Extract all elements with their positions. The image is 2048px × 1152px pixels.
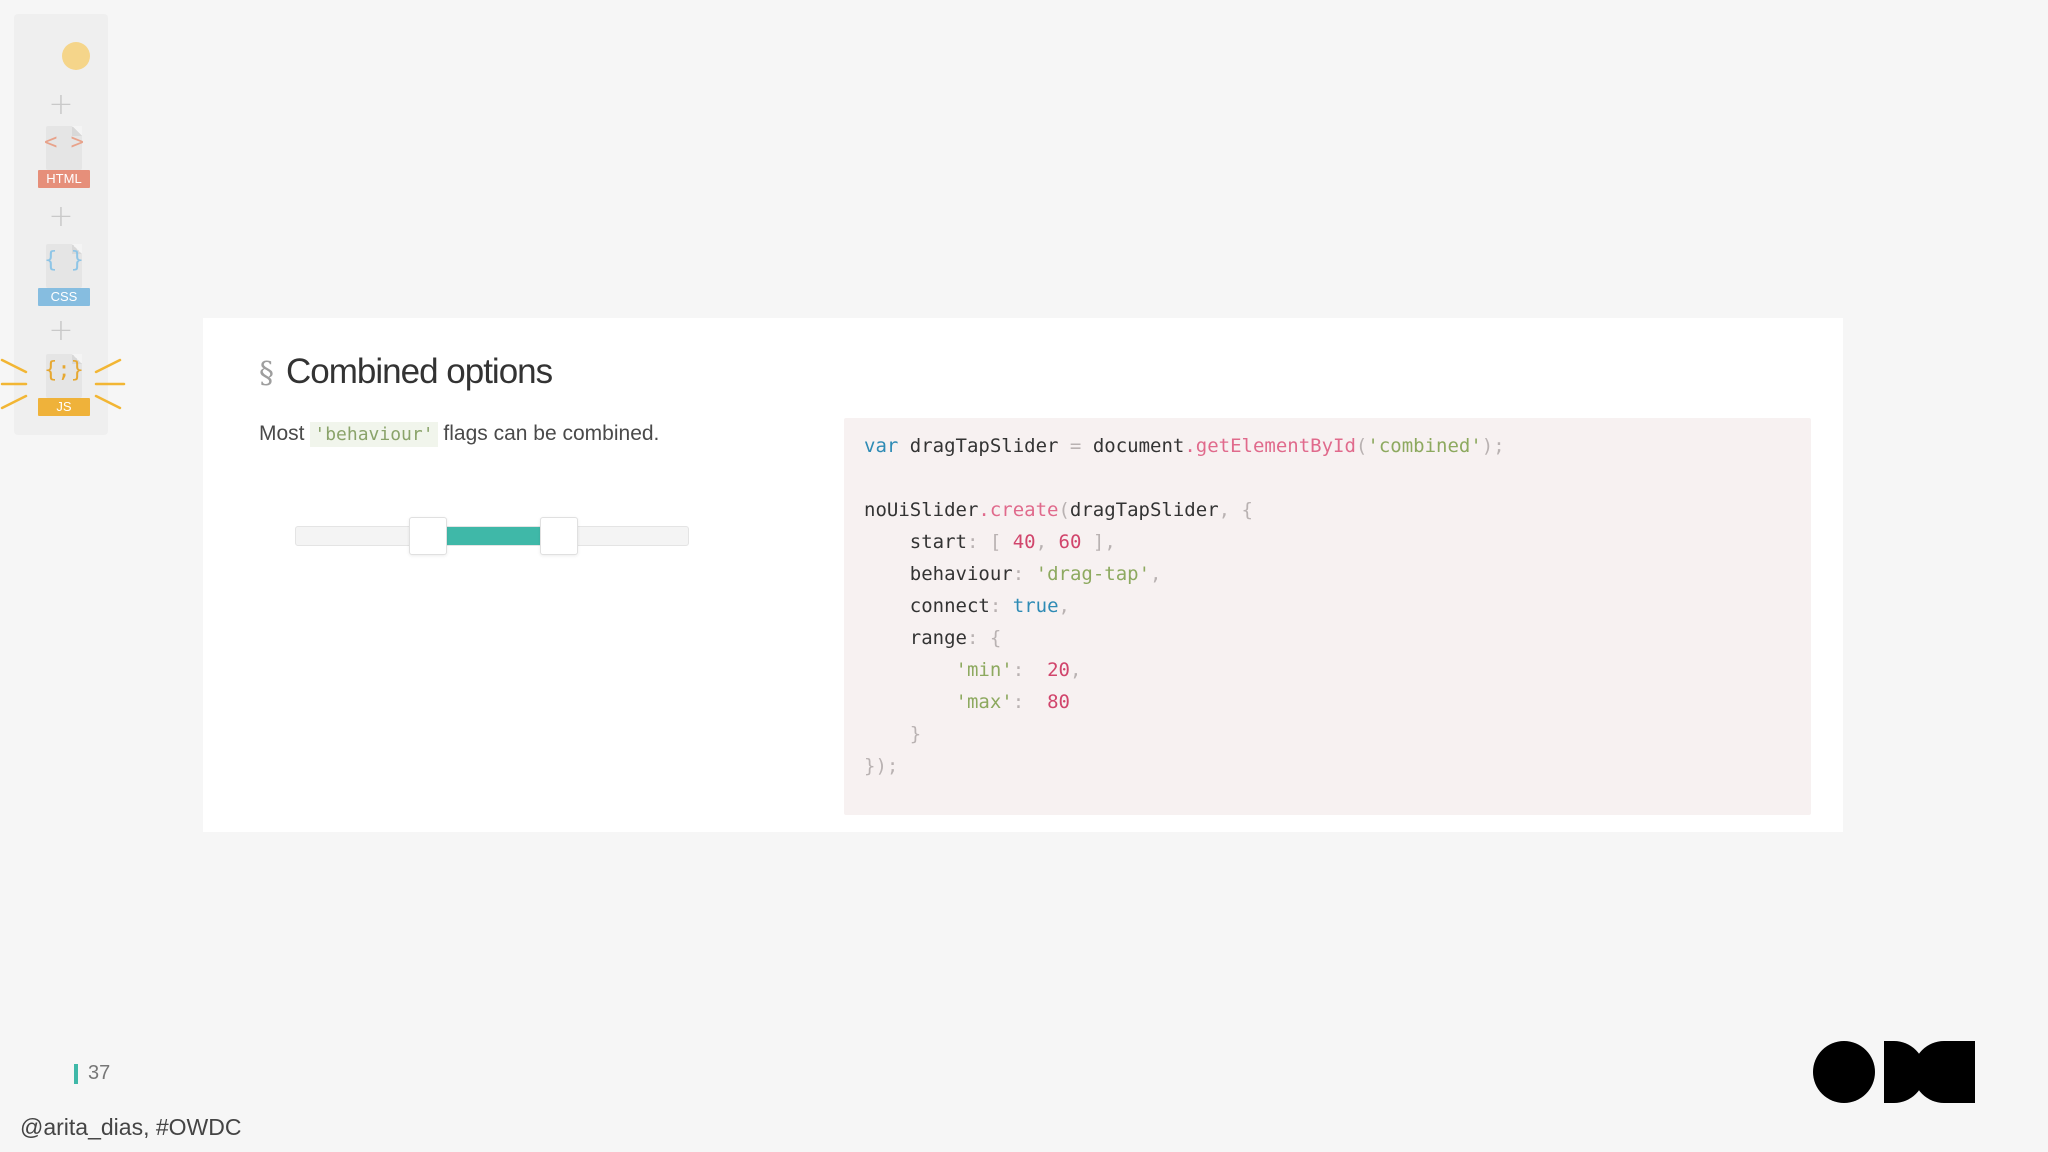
twitter-handle: @arita_dias, #OWDC [20,1114,242,1140]
file-html[interactable]: < > HTML [38,126,90,188]
code-line: }); [864,755,899,777]
page-accent-bar [74,1064,78,1084]
code-line: connect: true, [864,595,1070,617]
code-line: } [864,723,922,745]
section-description: Most 'behaviour' flags can be combined. [259,422,660,447]
description-suffix: flags can be combined. [443,422,660,445]
inline-code: 'behaviour' [310,422,438,447]
status-dot [62,42,90,70]
add-file-icon[interactable]: + [14,316,108,346]
brand-logo [1813,1041,1975,1103]
description-prefix: Most [259,422,305,445]
code-line: start: [ 40, 60 ], [864,531,1116,553]
section-anchor-icon[interactable]: § [259,354,274,394]
code-line: 'max': 80 [955,691,1070,713]
file-css[interactable]: { } CSS [38,244,90,306]
code-line: var dragTapSlider = document.getElementB… [864,435,1505,457]
active-glow-icon [0,358,126,410]
code-line: 'min': 20, [955,659,1082,681]
css-braces-icon: { } [44,248,84,273]
file-tag-html: HTML [38,170,90,188]
code-block: var dragTapSlider = document.getElementB… [844,418,1811,815]
slider-handle-lower[interactable] [409,517,447,555]
html-code-icon: < > [44,130,84,155]
page-number: 37 [88,1062,111,1084]
file-tag-css: CSS [38,288,90,306]
section-heading: § Combined options [259,346,553,394]
content-card: § Combined options Most 'behaviour' flag… [203,318,1843,832]
page-title: Combined options [286,352,553,391]
range-slider[interactable] [295,517,689,555]
code-line: range: { [864,627,1002,649]
code-line: noUiSlider.create(dragTapSlider, { [864,499,1253,521]
code-line: behaviour: 'drag-tap', [864,563,1162,585]
add-file-icon[interactable]: + [14,90,108,120]
slider-handle-upper[interactable] [540,517,578,555]
add-file-icon[interactable]: + [14,202,108,232]
